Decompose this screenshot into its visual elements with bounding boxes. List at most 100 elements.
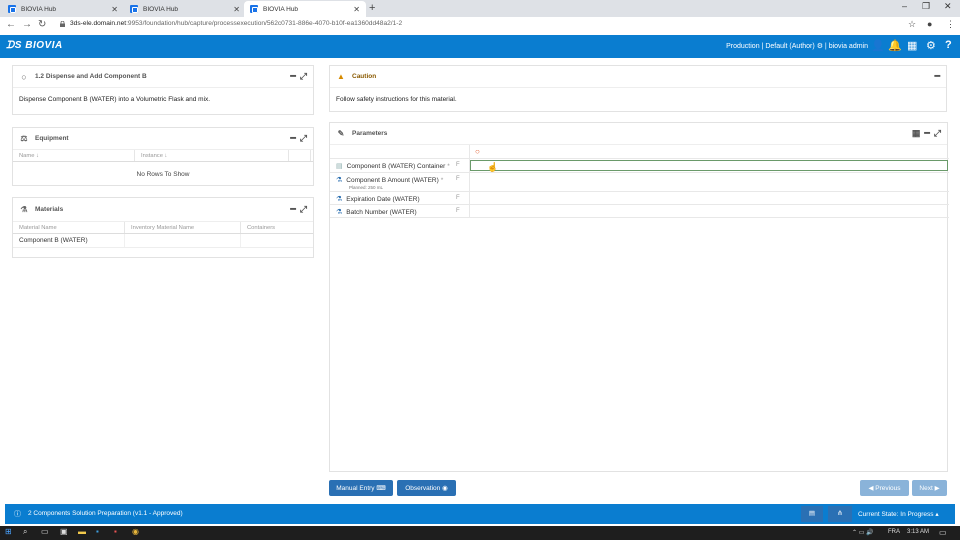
- expand-icon[interactable]: ⤢: [300, 204, 307, 215]
- apps-grid-icon[interactable]: ▦: [907, 39, 917, 52]
- terminal-icon[interactable]: ▣: [60, 527, 68, 536]
- browser-menu-icon[interactable]: ⋮: [946, 19, 955, 30]
- step-panel-header: ○ 1.2 Dispense and Add Component B ━ ⤢: [13, 66, 313, 88]
- minimize-icon[interactable]: –: [902, 1, 907, 11]
- back-arrow-icon[interactable]: ←: [6, 19, 16, 30]
- expand-icon[interactable]: ⤢: [934, 128, 941, 139]
- app-icon[interactable]: ▪: [96, 527, 99, 536]
- new-tab-icon[interactable]: +: [369, 2, 375, 14]
- tray-icons[interactable]: ⌃ ▭ 🔊: [852, 529, 874, 536]
- process-footer-bar: ⓘ 2 Components Solution Preparation (v1.…: [5, 504, 955, 524]
- parameter-row[interactable]: ⚗ Batch Number (WATER) F: [330, 205, 949, 218]
- hand-cursor-icon: ☝: [487, 162, 499, 172]
- language-indicator[interactable]: FRA: [888, 529, 900, 535]
- manual-entry-button[interactable]: Manual Entry ⌨: [329, 480, 393, 496]
- table-row[interactable]: Component B (WATER): [13, 234, 313, 248]
- window-close-icon[interactable]: ✕: [944, 1, 952, 12]
- bookmark-star-icon[interactable]: ☆: [908, 19, 916, 30]
- required-marker: *: [447, 162, 450, 170]
- clock[interactable]: 3:13 AM: [907, 529, 929, 535]
- parameters-title: Parameters: [352, 130, 388, 137]
- search-icon[interactable]: ⌕: [23, 527, 27, 537]
- materials-panel: ⚗ Materials ━ ⤢ Material Name Inventory …: [12, 197, 314, 258]
- restore-icon[interactable]: ❐: [922, 1, 930, 12]
- observation-button[interactable]: Observation ◉: [397, 480, 456, 496]
- biovia-logo: ᗪS BIOVIA: [6, 40, 63, 51]
- windows-start-icon[interactable]: ⊞: [5, 527, 12, 536]
- minimize-panel-icon[interactable]: ━: [290, 133, 295, 144]
- user-icon[interactable]: 👤: [871, 39, 885, 52]
- caution-text: Follow safety instructions for this mate…: [336, 96, 457, 103]
- flag-label: F: [456, 176, 460, 182]
- address-bar: ← → ↻ 3ds-ele.domain.net:9953/foundation…: [0, 17, 960, 35]
- status-circle-icon: ○: [475, 147, 480, 156]
- workflow-icon[interactable]: ⋔: [828, 506, 852, 522]
- materials-icon: ⚗: [20, 205, 28, 214]
- minimize-panel-icon[interactable]: ━: [290, 204, 295, 215]
- scale-icon: ⚖: [20, 134, 28, 143]
- parameter-row[interactable]: ▤ Component B (WATER) Container * F ☝: [330, 159, 949, 173]
- close-icon[interactable]: ✕: [233, 5, 240, 14]
- lock-icon: [60, 21, 65, 27]
- notification-icon[interactable]: ▭: [939, 528, 947, 537]
- user-name: biovia admin: [828, 43, 868, 50]
- settings-gear-icon[interactable]: ⚙: [926, 39, 936, 52]
- flag-label: F: [456, 208, 460, 214]
- url-field[interactable]: 3ds-ele.domain.net:9953/foundation/hub/c…: [70, 20, 402, 27]
- environment-label: Production: [726, 43, 760, 50]
- process-name: 2 Components Solution Preparation (v1.1 …: [28, 510, 183, 517]
- previous-button[interactable]: ◀ Previous: [860, 480, 909, 496]
- parameter-row[interactable]: ⚗ Component B Amount (WATER) * F Planned…: [330, 173, 949, 192]
- info-icon[interactable]: ⓘ: [14, 509, 21, 519]
- column-header-name[interactable]: Name ↓: [13, 150, 135, 161]
- chrome-icon[interactable]: ◉: [132, 527, 139, 536]
- minimize-panel-icon[interactable]: ━: [924, 128, 929, 139]
- expand-icon[interactable]: ⤢: [300, 71, 307, 82]
- browser-tab-active[interactable]: BIOVIA Hub ✕: [244, 1, 366, 17]
- parameters-header-row: ○: [330, 145, 949, 159]
- table-view-icon[interactable]: ▦: [912, 128, 921, 139]
- caution-title: Caution: [352, 73, 377, 80]
- bell-icon[interactable]: 🔔: [888, 39, 902, 52]
- minimize-panel-icon[interactable]: ━: [935, 71, 940, 82]
- step-instruction: Dispense Component B (WATER) into a Volu…: [19, 96, 211, 103]
- column-header-containers[interactable]: Containers: [241, 222, 313, 233]
- parameter-label: ⚗ Expiration Date (WATER): [336, 195, 420, 204]
- expand-icon[interactable]: ⤢: [300, 133, 307, 144]
- container-icon: ▤: [336, 163, 343, 170]
- role-label: Default (Author): [765, 43, 815, 50]
- browser-tab[interactable]: BIOVIA Hub ✕: [2, 1, 124, 17]
- user-context[interactable]: Production | Default (Author) ⚙ | biovia…: [726, 42, 868, 50]
- calendar-icon[interactable]: ▤: [801, 506, 823, 522]
- browser-tab-bar: BIOVIA Hub ✕ BIOVIA Hub ✕ BIOVIA Hub ✕ +…: [0, 0, 960, 17]
- inventory-material-cell: [125, 234, 241, 247]
- column-header-instance[interactable]: Instance ↓: [135, 150, 289, 161]
- flag-label: F: [456, 195, 460, 201]
- profile-icon[interactable]: ●: [927, 19, 932, 29]
- close-icon[interactable]: ✕: [353, 5, 360, 14]
- reload-icon[interactable]: ↻: [38, 19, 46, 30]
- flag-label: F: [456, 162, 460, 168]
- close-icon[interactable]: ✕: [111, 5, 118, 14]
- current-state[interactable]: Current State: In Progress ▴: [858, 510, 939, 518]
- next-button[interactable]: Next ▶: [912, 480, 947, 496]
- browser-tab[interactable]: BIOVIA Hub ✕: [124, 1, 246, 17]
- task-view-icon[interactable]: ▭: [41, 527, 49, 536]
- help-icon[interactable]: ?: [945, 39, 952, 51]
- column-header-material-name[interactable]: Material Name: [13, 222, 125, 233]
- column-divider: [469, 173, 470, 191]
- folder-icon[interactable]: ▬: [78, 527, 86, 536]
- materials-icon: ⚗: [336, 209, 343, 216]
- next-label: Next: [919, 484, 933, 492]
- minimize-panel-icon[interactable]: ━: [290, 71, 295, 82]
- container-input[interactable]: [470, 160, 948, 171]
- column-header-inventory-material-name[interactable]: Inventory Material Name: [125, 222, 241, 233]
- app-icon[interactable]: ▪: [114, 527, 117, 536]
- parameter-row[interactable]: ⚗ Expiration Date (WATER) F: [330, 192, 949, 205]
- parameters-panel-header: ✎ Parameters ▦ ━ ⤢: [330, 123, 947, 145]
- forward-arrow-icon[interactable]: →: [22, 19, 32, 30]
- current-state-label: Current State: In Progress: [858, 511, 934, 518]
- step-title: 1.2 Dispense and Add Component B: [35, 73, 147, 80]
- url-path: :9953/foundation/hub/capture/processexec…: [126, 20, 403, 27]
- step-panel: ○ 1.2 Dispense and Add Component B ━ ⤢ D…: [12, 65, 314, 115]
